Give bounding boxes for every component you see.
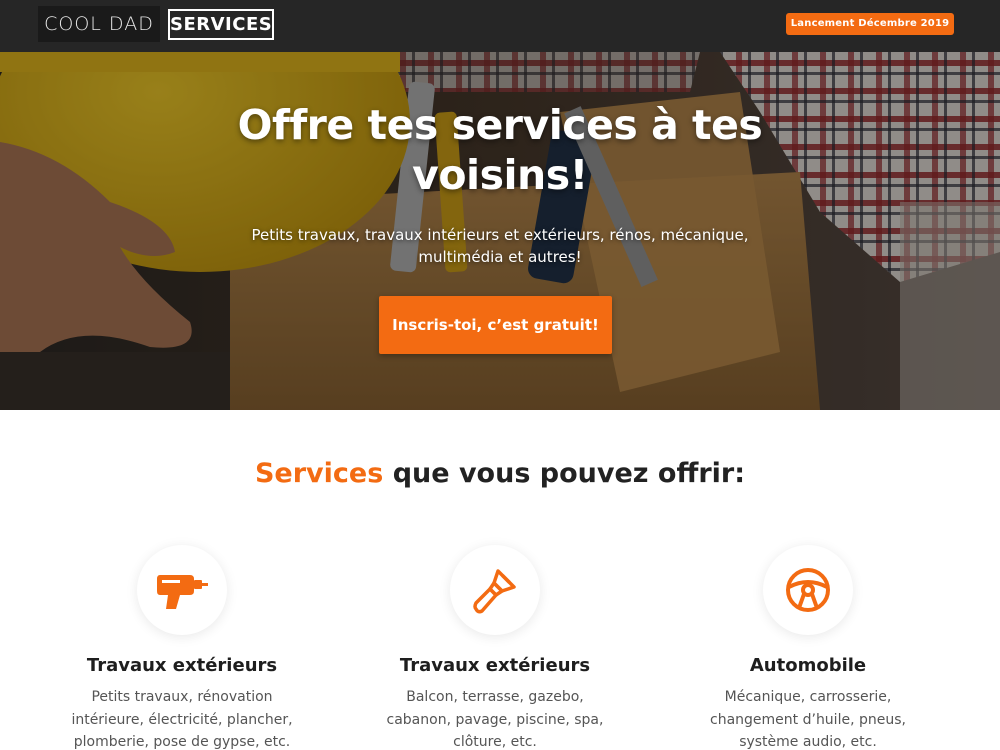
service-card-exterior-work-2: Travaux extérieurs Balcon, terrasse, gaz… xyxy=(345,545,645,750)
service-title: Automobile xyxy=(749,655,867,676)
logo-services[interactable]: SERVICES xyxy=(168,9,274,40)
icon-circle xyxy=(137,545,227,635)
service-card-exterior-work: Travaux extérieurs Petits travaux, rénov… xyxy=(32,545,332,750)
top-navigation-bar: COOL DAD SERVICES Lancement Décembre 201… xyxy=(0,0,1000,52)
service-description: Balcon, terrasse, gazebo, cabanon, pavag… xyxy=(386,689,604,750)
services-section-title: Services que vous pouvez offrir: xyxy=(0,458,1000,489)
service-description: Mécanique, carrosserie, changement d’hui… xyxy=(710,689,906,750)
hero-subtitle: Petits travaux, travaux intérieurs et ex… xyxy=(251,226,749,266)
service-description: Petits travaux, rénovation intérieure, é… xyxy=(71,689,293,750)
hero-title-line-1: Offre tes services à tes xyxy=(237,101,763,149)
service-title: Travaux extérieurs xyxy=(86,655,278,676)
hero-banner: Offre tes services à tes voisins! Petits… xyxy=(0,52,1000,410)
paint-brush-icon xyxy=(473,569,516,614)
service-title: Travaux extérieurs xyxy=(399,655,591,676)
icon-circle xyxy=(763,545,853,635)
launch-date-badge: Lancement Décembre 2019 xyxy=(786,13,954,35)
steering-wheel-icon xyxy=(786,568,830,612)
hero-title: Offre tes services à tes voisins! xyxy=(200,100,800,200)
logo-cool-dad[interactable]: COOL DAD xyxy=(38,6,160,42)
signup-button[interactable]: Inscris-toi, c’est gratuit! xyxy=(379,296,612,354)
hero-title-line-2: voisins! xyxy=(412,151,588,199)
drill-icon xyxy=(157,575,208,609)
icon-circle xyxy=(450,545,540,635)
service-card-automotive: Automobile Mécanique, carrosserie, chang… xyxy=(658,545,958,750)
services-title-rest: que vous pouvez offrir: xyxy=(392,458,746,489)
services-title-accent: Services xyxy=(254,458,384,489)
